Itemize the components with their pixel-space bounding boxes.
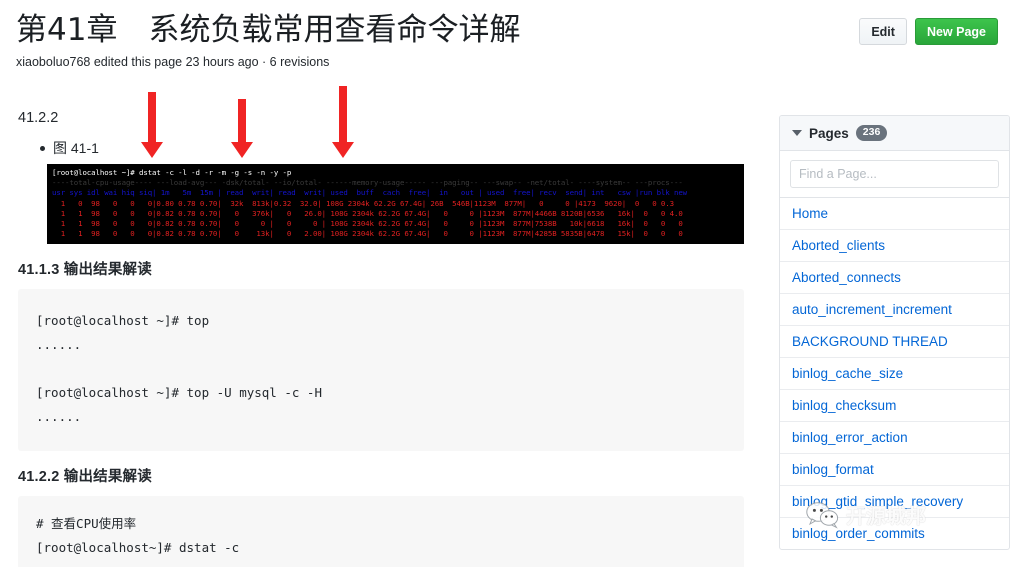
page-byline: xiaoboluo768 edited this page 23 hours a… xyxy=(16,55,330,69)
section-number-top: 41.2.2 xyxy=(18,110,59,126)
code-block-top: [root@localhost ~]# top ...... [root@loc… xyxy=(18,289,744,452)
code-block-bottom: # 查看CPU使用率 [root@localhost~]# dstat -c xyxy=(18,496,744,567)
sidebar-title: Pages xyxy=(809,125,849,141)
sidebar-item-aborted-connects[interactable]: Aborted_connects xyxy=(780,262,1009,294)
annotation-arrow-1 xyxy=(141,92,163,158)
sidebar-item-binlog-cache-size[interactable]: binlog_cache_size xyxy=(780,358,1009,390)
sidebar-item-binlog-order-commits[interactable]: binlog_order_commits xyxy=(780,518,1009,549)
bullet-icon xyxy=(40,145,45,151)
sidebar-item-auto-increment-increment[interactable]: auto_increment_increment xyxy=(780,294,1009,326)
sidebar-item-binlog-format[interactable]: binlog_format xyxy=(780,454,1009,486)
sidebar-search xyxy=(780,151,1009,198)
heading-41-1-3: 41.1.3 输出结果解读 xyxy=(18,262,152,279)
terminal-row: 1 1 98 0 0 0|0.82 0.78 0.70| 0 376k| 0 2… xyxy=(52,208,683,218)
terminal-row: 1 1 98 0 0 0|0.82 0.78 0.70| 0 0 | 0 0 |… xyxy=(52,219,683,229)
terminal-output: [root@localhost ~]# dstat -c -l -d -r -m… xyxy=(47,164,744,245)
edit-button[interactable]: Edit xyxy=(859,18,907,45)
heading-41-2-2: 41.2.2 输出结果解读 xyxy=(18,469,152,486)
terminal-prompt-line: [root@localhost ~]# dstat -c -l -d -r -m… xyxy=(52,168,292,177)
terminal-row: 1 1 98 0 0 0|0.82 0.78 0.70| 0 13k| 0 2.… xyxy=(52,229,683,239)
page-title: 第41章 系统负载常用查看命令详解 xyxy=(16,12,521,48)
pages-count-badge: 236 xyxy=(855,125,888,141)
main-content: 41.2.2 图 41-1 [root@localhost ~]# dstat … xyxy=(0,86,762,567)
sidebar-item-background-thread[interactable]: BACKGROUND THREAD xyxy=(780,326,1009,358)
sidebar-item-binlog-checksum[interactable]: binlog_checksum xyxy=(780,390,1009,422)
sidebar-header[interactable]: Pages 236 xyxy=(780,116,1009,151)
terminal-figure: [root@localhost ~]# dstat -c -l -d -r -m… xyxy=(47,86,744,245)
figure-caption: 图 41-1 xyxy=(53,140,99,156)
header-actions: Edit New Page xyxy=(859,18,998,45)
search-input[interactable] xyxy=(790,160,999,188)
chevron-down-icon[interactable] xyxy=(792,130,802,136)
annotation-arrow-2 xyxy=(231,99,253,158)
sidebar-item-binlog-gtid-simple-recovery[interactable]: binlog_gtid_simple_recovery xyxy=(780,486,1009,518)
pages-sidebar: Pages 236 Home Aborted_clients Aborted_c… xyxy=(779,115,1010,550)
sidebar-item-binlog-error-action[interactable]: binlog_error_action xyxy=(780,422,1009,454)
terminal-column-header: usr sys idl wai hiq siq| 1m 5m 15m | rea… xyxy=(52,188,688,198)
page-header: 第41章 系统负载常用查看命令详解 xiaoboluo768 edited th… xyxy=(0,0,1010,92)
terminal-row: 1 0 98 0 0 0|0.80 0.78 0.70| 32k 813k|0.… xyxy=(52,198,674,208)
wiki-page: 第41章 系统负载常用查看命令详解 xiaoboluo768 edited th… xyxy=(0,0,1010,567)
terminal-group-header: ----total-cpu-usage---- ---load-avg--- -… xyxy=(52,178,683,188)
sidebar-item-home[interactable]: Home xyxy=(780,198,1009,230)
new-page-button[interactable]: New Page xyxy=(914,18,998,45)
sidebar-item-aborted-clients[interactable]: Aborted_clients xyxy=(780,230,1009,262)
annotation-arrow-3 xyxy=(332,86,354,158)
